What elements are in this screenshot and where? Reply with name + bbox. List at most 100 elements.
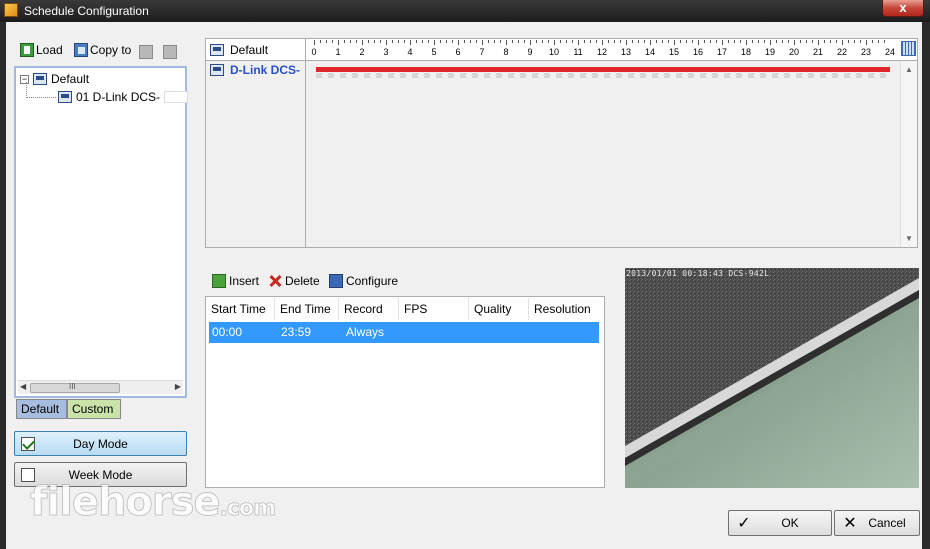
hour-tick-label: 7: [479, 47, 485, 57]
tab-custom[interactable]: Custom: [67, 399, 121, 419]
add-camera-icon: [139, 45, 153, 59]
group-icon: [33, 73, 47, 85]
title-bar: Schedule Configuration x: [0, 0, 930, 22]
hour-tick-mark: [824, 40, 825, 43]
hour-tick-mark: [602, 40, 603, 45]
cancel-button[interactable]: ✕ Cancel: [834, 510, 920, 536]
hour-tick-mark: [386, 40, 387, 45]
delete-button[interactable]: Delete: [268, 274, 320, 288]
configure-button[interactable]: Configure: [329, 274, 398, 288]
timeline-row-camera[interactable]: D-Link DCS-: [206, 61, 306, 79]
hour-tick-label: 22: [836, 47, 848, 57]
insert-button[interactable]: Insert: [212, 274, 259, 288]
cross-icon: ✕: [843, 515, 857, 532]
scroll-down-icon[interactable]: ▼: [905, 234, 913, 243]
timeline-row-camera-label: D-Link DCS-: [230, 63, 300, 77]
table-row[interactable]: 00:00 23:59 Always: [209, 322, 599, 343]
close-button[interactable]: x: [882, 0, 924, 17]
hour-tick-mark: [734, 40, 735, 43]
hour-tick-mark: [404, 40, 405, 43]
hour-tick-mark: [428, 40, 429, 43]
hour-tick-mark: [830, 40, 831, 43]
watermark-logo: filehorse.com: [30, 479, 277, 526]
hour-tick-mark: [476, 40, 477, 43]
remove-camera-button[interactable]: [163, 43, 177, 61]
hour-tick-mark: [488, 40, 489, 43]
hour-tick-mark: [368, 40, 369, 43]
schedule-timeline[interactable]: Default D-Link DCS- 0 1 2 3 4 5 6 7 8 9 10 11 12 13 14…: [205, 38, 918, 248]
hour-tick-mark: [344, 40, 345, 43]
hour-tick-label: 6: [455, 47, 461, 57]
hour-tick-mark: [710, 40, 711, 43]
schedule-bar[interactable]: [316, 67, 890, 72]
hour-tick-label: 11: [573, 47, 583, 57]
configure-label: Configure: [346, 274, 399, 288]
schedule-bar-row[interactable]: [314, 65, 893, 79]
hour-tick-mark: [500, 40, 501, 43]
hour-tick-mark: [752, 40, 753, 43]
hour-tick-mark: [470, 40, 471, 43]
ok-button[interactable]: ✓ OK: [728, 510, 832, 536]
scroll-left-icon[interactable]: ◀: [20, 382, 26, 391]
hour-tick-mark: [566, 40, 567, 43]
hour-tick-label: 15: [668, 47, 680, 57]
hour-tick-mark: [530, 40, 531, 45]
tree-node-camera[interactable]: 01 D-Link DCS-: [58, 90, 189, 104]
hour-tick-mark: [788, 40, 789, 43]
scroll-up-icon[interactable]: ▲: [905, 65, 913, 74]
hour-tick-mark: [416, 40, 417, 43]
scroll-right-icon[interactable]: ▶: [175, 382, 181, 391]
hour-tick-mark: [374, 40, 375, 43]
hour-tick-mark: [722, 40, 723, 45]
tab-default[interactable]: Default: [16, 399, 67, 419]
copy-icon: [74, 43, 88, 57]
column-start-time[interactable]: Start Time: [206, 298, 275, 320]
scroll-thumb[interactable]: III: [30, 382, 120, 393]
scroll-grip: III: [69, 382, 76, 391]
hour-tick-mark: [398, 40, 399, 43]
tree-node-default[interactable]: − Default: [20, 72, 89, 86]
camera-tree[interactable]: − Default 01 D-Link DCS- ◀ III ▶: [14, 66, 189, 398]
hour-tick-mark: [758, 40, 759, 43]
load-button[interactable]: Load: [20, 41, 63, 59]
cell-start-time: 00:00: [212, 325, 243, 339]
hour-tick-mark: [746, 40, 747, 45]
hour-tick-mark: [794, 40, 795, 45]
hour-tick-mark: [686, 40, 687, 43]
hour-tick-mark: [614, 40, 615, 43]
grid-view-icon[interactable]: [901, 41, 916, 56]
hour-tick-mark: [812, 40, 813, 43]
hour-tick-label: 19: [764, 47, 776, 57]
watermark-suffix: .com: [219, 496, 276, 522]
hour-tick-mark: [350, 40, 351, 43]
column-quality[interactable]: Quality: [469, 298, 529, 320]
remove-camera-icon: [163, 45, 177, 59]
day-mode-button[interactable]: Day Mode: [14, 431, 187, 456]
hour-tick-mark: [452, 40, 453, 43]
close-icon: x: [899, 0, 907, 15]
tree-horizontal-scrollbar[interactable]: ◀ III ▶: [18, 380, 183, 394]
hour-tick-mark: [524, 40, 525, 43]
timeline-vertical-scrollbar[interactable]: ▲ ▼: [900, 61, 917, 247]
add-camera-button[interactable]: [139, 43, 153, 61]
hour-tick-mark: [512, 40, 513, 43]
day-mode-checkbox[interactable]: [21, 436, 35, 451]
hour-tick-label: 24: [884, 47, 896, 57]
collapse-icon[interactable]: −: [20, 74, 29, 84]
hour-tick-mark: [554, 40, 555, 45]
copy-to-button[interactable]: Copy to: [74, 41, 131, 59]
column-record[interactable]: Record: [339, 298, 399, 320]
hour-tick-mark: [650, 40, 651, 45]
column-fps[interactable]: FPS: [399, 298, 469, 320]
column-resolution[interactable]: Resolution: [529, 298, 604, 320]
column-end-time[interactable]: End Time: [275, 298, 339, 320]
hour-tick-mark: [380, 40, 381, 43]
hour-tick-mark: [698, 40, 699, 45]
timeline-header-text: Default: [230, 42, 269, 57]
hour-tick-mark: [680, 40, 681, 43]
hour-tick-mark: [632, 40, 633, 43]
schedule-list[interactable]: Start Time End Time Record FPS Quality R…: [205, 296, 605, 488]
hour-tick-mark: [776, 40, 777, 43]
configure-icon: [329, 274, 343, 288]
hour-tick-label: 4: [407, 47, 413, 57]
